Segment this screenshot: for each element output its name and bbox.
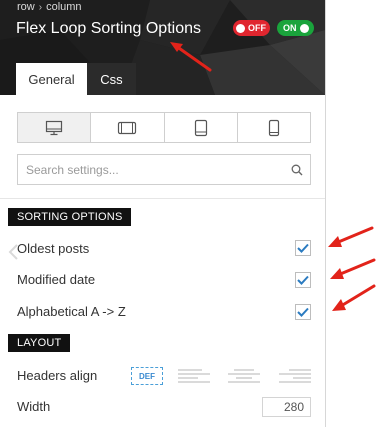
align-center-icon[interactable]	[226, 367, 262, 385]
device-mobile-button[interactable]	[236, 113, 310, 142]
breadcrumb-row[interactable]: row	[17, 1, 35, 13]
section-title-sorting[interactable]: SORTING OPTIONS	[8, 208, 132, 226]
page-title: Flex Loop Sorting Options	[16, 20, 201, 37]
option-label-modified-date: Modified date	[17, 272, 96, 287]
align-right-icon[interactable]	[277, 367, 313, 385]
annotation-arrow-icon	[328, 226, 374, 247]
toggle-off-button[interactable]: OFF	[233, 20, 270, 36]
headers-align-label: Headers align	[17, 368, 98, 383]
settings-panel: row › column Flex Loop Sorting Options O…	[0, 0, 326, 427]
device-switcher	[17, 112, 311, 143]
device-tablet-portrait-button[interactable]	[163, 113, 237, 142]
checkbox-alphabetical[interactable]	[295, 304, 311, 320]
breadcrumb-separator: ›	[38, 1, 43, 13]
breadcrumb-column[interactable]: column	[46, 1, 81, 13]
tab-bar: General Css	[16, 63, 136, 95]
toggle-on-label: ON	[283, 23, 297, 33]
width-label: Width	[17, 399, 51, 414]
checkmark-icon	[297, 275, 309, 285]
checkbox-modified-date[interactable]	[295, 272, 311, 288]
tab-css[interactable]: Css	[87, 63, 136, 95]
toggle-on-button[interactable]: ON	[277, 20, 314, 36]
divider	[0, 198, 325, 199]
align-default-button[interactable]: DEF	[131, 367, 163, 385]
tab-general[interactable]: General	[16, 63, 87, 95]
annotation-arrow-icon	[170, 42, 212, 72]
toggle-knob	[299, 23, 309, 33]
device-tablet-landscape-button[interactable]	[90, 113, 163, 142]
panel-header: row › column Flex Loop Sorting Options O…	[0, 0, 325, 95]
device-desktop-button[interactable]	[18, 113, 91, 142]
search-box	[17, 154, 311, 185]
checkbox-oldest-posts[interactable]	[295, 240, 311, 256]
search-input[interactable]	[18, 156, 284, 183]
annotation-arrow-icon	[330, 258, 376, 279]
checkmark-icon	[297, 243, 309, 253]
tablet-portrait-icon	[194, 119, 207, 136]
search-icon[interactable]	[284, 164, 310, 176]
width-input[interactable]: 280	[262, 397, 311, 417]
breadcrumb: row › column	[17, 1, 82, 13]
tablet-landscape-icon	[118, 121, 137, 134]
annotation-arrow-icon	[332, 284, 376, 311]
mobile-icon	[268, 119, 279, 136]
toggle-off-label: OFF	[248, 23, 266, 33]
toggle-knob	[236, 23, 245, 33]
option-label-oldest-posts: Oldest posts	[17, 241, 90, 256]
option-label-alphabetical: Alphabetical A -> Z	[17, 304, 126, 319]
checkmark-icon	[297, 307, 309, 317]
desktop-icon	[46, 120, 63, 135]
section-title-layout[interactable]: LAYOUT	[8, 334, 71, 352]
align-left-icon[interactable]	[176, 367, 212, 385]
